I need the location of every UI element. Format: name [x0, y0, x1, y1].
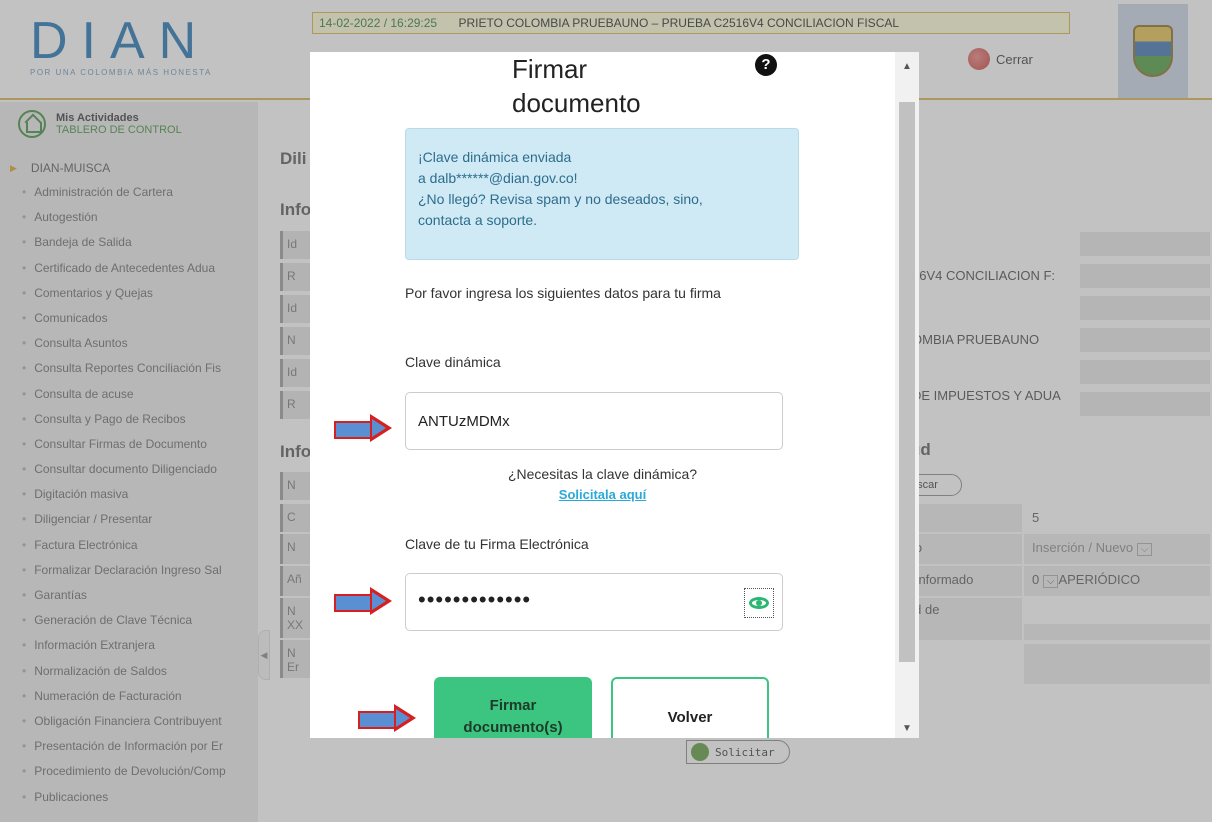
sign-document-modal: Firmar documento ? ¡Clave dinámica envia… [310, 52, 895, 738]
clave-dinamica-label: Clave dinámica [405, 354, 501, 370]
instructions-text: Por favor ingresa los siguientes datos p… [405, 285, 721, 301]
request-key-link[interactable]: Solicitala aquí [310, 487, 895, 502]
annotation-arrow-1 [334, 414, 392, 442]
need-key-text: ¿Necesitas la clave dinámica? [507, 466, 698, 482]
eye-icon[interactable] [744, 588, 774, 618]
help-icon[interactable]: ? [755, 54, 777, 76]
firma-electronica-input[interactable]: ••••••••••••• [405, 573, 783, 631]
sign-documents-label: Firmar documento(s) [463, 697, 563, 736]
back-label: Volver [667, 709, 713, 726]
scroll-thumb[interactable] [899, 102, 915, 662]
info-line-1: ¡Clave dinámica enviada [418, 149, 572, 165]
sign-documents-button[interactable]: Firmar documento(s) [434, 677, 592, 738]
annotation-arrow-2 [334, 587, 392, 615]
firma-electronica-value: ••••••••••••• [418, 587, 532, 612]
info-alert: ¡Clave dinámica enviada a dalb******@dia… [405, 128, 799, 260]
back-button[interactable]: Volver [611, 677, 769, 738]
clave-dinamica-value: ANTUzMDMx [418, 412, 510, 430]
modal-title-text: Firmar documento [512, 54, 641, 118]
info-line-4: contacta a soporte. [418, 212, 538, 228]
annotation-arrow-3 [358, 704, 416, 732]
clave-dinamica-input[interactable]: ANTUzMDMx [405, 392, 783, 450]
modal-scrollbar[interactable]: ▲ ▼ [895, 52, 919, 738]
modal-title: Firmar documento [512, 52, 672, 120]
scroll-down-icon[interactable]: ▼ [895, 720, 919, 738]
scroll-up-icon[interactable]: ▲ [895, 58, 919, 76]
info-line-2: a dalb******@dian.gov.co! [418, 170, 578, 186]
info-line-3: ¿No llegó? Revisa spam y no deseados, si… [418, 191, 703, 207]
firma-electronica-label: Clave de tu Firma Electrónica [405, 536, 589, 552]
